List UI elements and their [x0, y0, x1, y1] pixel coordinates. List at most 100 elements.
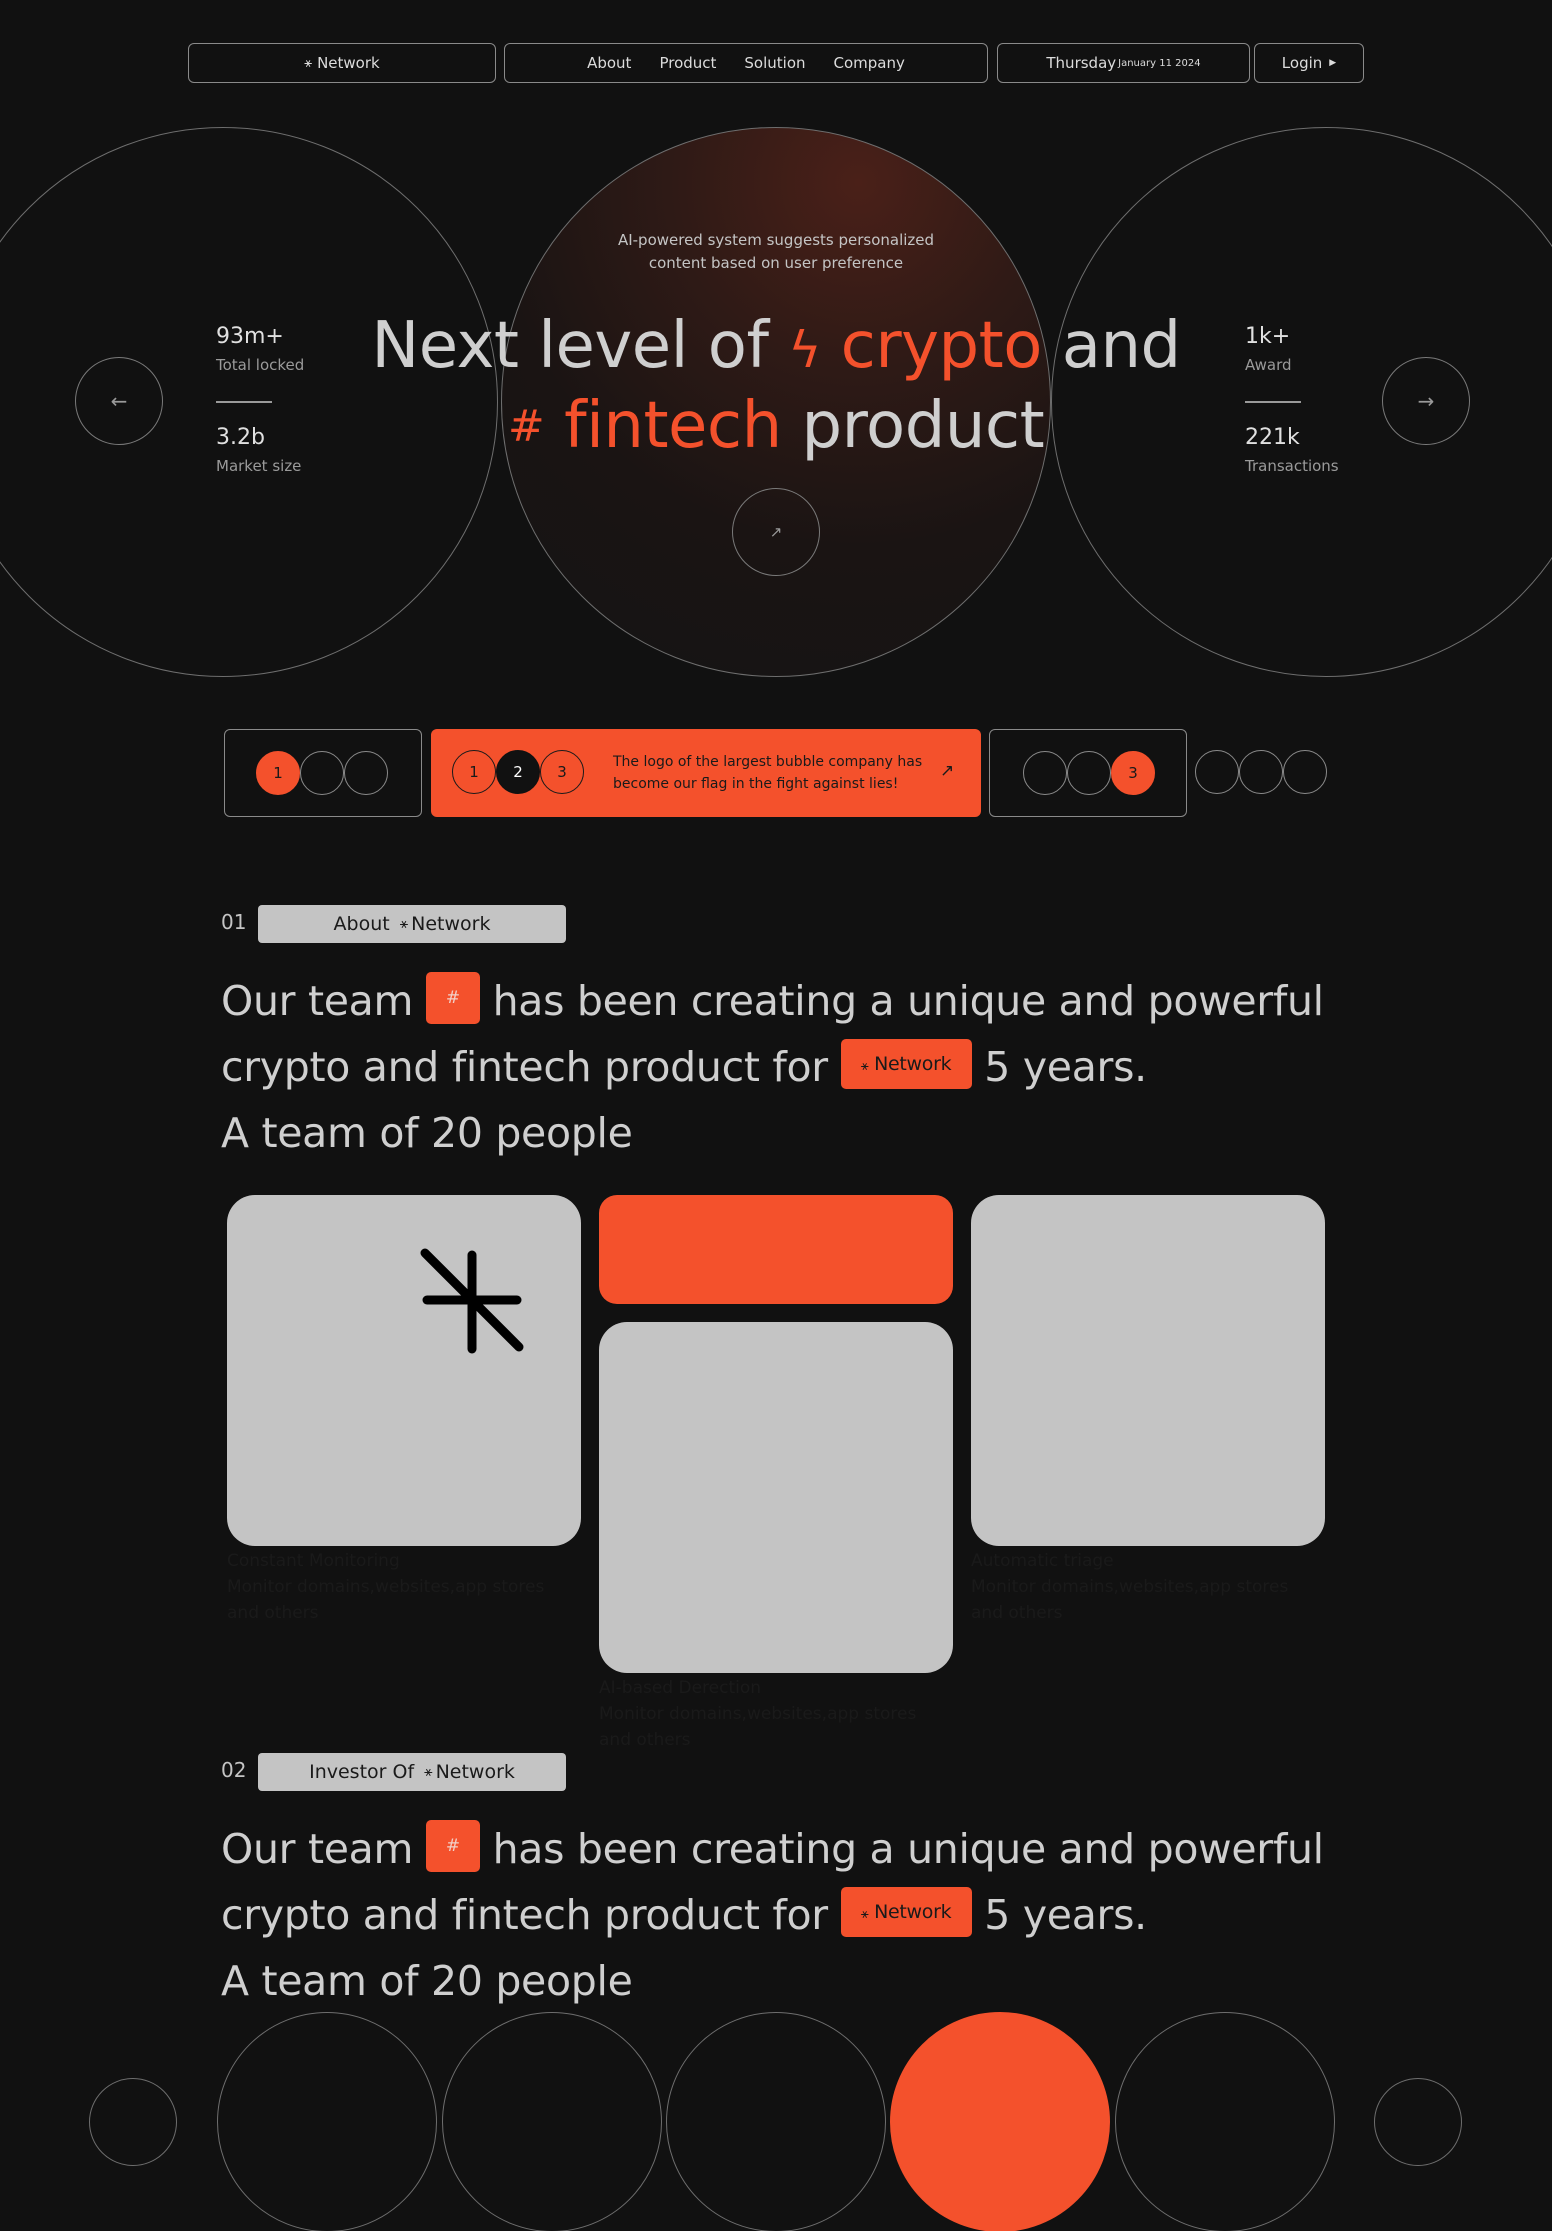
step-dot[interactable]	[300, 751, 344, 795]
step-dot[interactable]	[1067, 751, 1111, 795]
feature-card-monitoring[interactable]	[227, 1195, 581, 1546]
step-dot[interactable]: 3	[540, 750, 584, 794]
nav-about[interactable]: About	[587, 54, 631, 72]
stat-divider	[216, 401, 272, 403]
hero-subtitle-line: content based on user preference	[648, 254, 904, 272]
arrow-right-icon: →	[1417, 389, 1435, 413]
hero-title-accent: fintech	[564, 389, 782, 463]
section-tag-label: Investor Of	[309, 1761, 415, 1783]
main-nav: About Product Solution Company	[504, 43, 988, 83]
step-dot-active[interactable]: 2	[496, 750, 540, 794]
caret-right-icon: ▶	[1329, 58, 1337, 68]
step-dot[interactable]	[1195, 750, 1239, 794]
feature-card-detection[interactable]	[599, 1322, 953, 1673]
card-caption: AI-based Derection Monitor domains,websi…	[599, 1675, 916, 1753]
lightning-icon: ϟ	[788, 321, 821, 379]
asterisk-icon: ⚹	[860, 1059, 869, 1074]
date-day: Thursday	[1046, 54, 1117, 72]
statement-text: crypto and fintech product for	[221, 1043, 828, 1091]
date-full: January 11 2024	[1118, 57, 1201, 69]
section-tag-brand: Network	[435, 1761, 515, 1783]
asterisk-icon: ⚹	[424, 1764, 433, 1780]
step-box-2-active[interactable]: 1 2 3 The logo of the largest bubble com…	[431, 729, 981, 817]
investor-circle[interactable]	[666, 2012, 886, 2231]
hash-icon: #	[507, 401, 545, 452]
statement-text: has been creating a unique and powerful	[492, 977, 1324, 1025]
brand-badge: ⚹ Network	[840, 1887, 972, 1937]
section-tag[interactable]: Investor Of ⚹ Network	[258, 1753, 566, 1791]
step-dot[interactable]	[1239, 750, 1283, 794]
date-pill: Thursday January 11 2024	[997, 43, 1250, 83]
step-description-line: The logo of the largest bubble company h…	[613, 754, 923, 770]
prev-arrow-button[interactable]: ←	[75, 357, 163, 445]
card-desc: Monitor domains,websites,app stores	[599, 1704, 917, 1724]
statement-text: crypto and fintech product for	[221, 1891, 828, 1939]
card-desc: and others	[971, 1603, 1063, 1623]
asterisk-icon: ⚹	[304, 55, 313, 71]
step-dot-active[interactable]: 3	[1111, 751, 1155, 795]
statement-text: 5 years.	[984, 1891, 1147, 1939]
hero-title-text: and	[1061, 309, 1181, 383]
card-desc: Monitor domains,websites,app stores	[971, 1577, 1289, 1597]
hero-title-accent: crypto	[840, 309, 1043, 383]
step-dot-active[interactable]: 1	[256, 751, 300, 795]
section-statement: Our team # has been creating a unique an…	[221, 1816, 1324, 2014]
login-button[interactable]: Login ▶	[1254, 43, 1364, 83]
step-dot[interactable]	[1023, 751, 1067, 795]
statement-text: has been creating a unique and powerful	[492, 1825, 1324, 1873]
hero-subtitle: AI-powered system suggests personalized …	[576, 229, 976, 275]
section-tag[interactable]: About ⚹ Network	[258, 905, 566, 943]
hash-badge: #	[425, 972, 480, 1024]
statement-text: 5 years.	[984, 1043, 1147, 1091]
section-tag-brand: Network	[411, 913, 491, 935]
card-desc: and others	[599, 1730, 691, 1750]
brand-pill[interactable]: ⚹ Network	[188, 43, 496, 83]
investor-circle-active[interactable]	[890, 2012, 1110, 2231]
stat-total-locked-value: 93m+	[216, 324, 284, 349]
card-title: Constant Monitoring	[227, 1551, 400, 1571]
brand-name: Network	[317, 54, 380, 72]
brand-badge-label: Network	[874, 1901, 952, 1923]
card-caption: Automatic triage Monitor domains,website…	[971, 1548, 1288, 1626]
brand-badge: ⚹ Network	[840, 1039, 972, 1089]
login-label: Login	[1281, 54, 1323, 72]
step-box-3[interactable]: 3	[989, 729, 1187, 817]
step-dot[interactable]	[1283, 750, 1327, 794]
carousel-nav-next[interactable]	[1374, 2078, 1462, 2166]
investor-circle[interactable]	[1115, 2012, 1335, 2231]
next-arrow-button[interactable]: →	[1382, 357, 1470, 445]
card-title: AI-based Derection	[599, 1678, 762, 1698]
step-dot[interactable]	[344, 751, 388, 795]
feature-card-triage[interactable]	[971, 1195, 1325, 1546]
nav-company[interactable]: Company	[834, 54, 905, 72]
nav-product[interactable]: Product	[659, 54, 716, 72]
hero-title-text: Next level of	[371, 309, 769, 383]
step-box-4[interactable]	[1195, 750, 1329, 796]
step-description-line: become our flag in the fight against lie…	[613, 776, 899, 792]
brand-badge-label: Network	[874, 1053, 952, 1075]
asterisk-icon: ⚹	[399, 916, 409, 932]
nav-solution[interactable]: Solution	[744, 54, 805, 72]
statement-text: A team of 20 people	[221, 1957, 633, 2005]
hero-cta-button[interactable]: ↗	[732, 488, 820, 576]
section-number: 02	[221, 1758, 247, 1782]
card-caption: Constant Monitoring Monitor domains,webs…	[227, 1548, 544, 1626]
hero-subtitle-line: AI-powered system suggests personalized	[617, 231, 935, 249]
section-number: 01	[221, 910, 247, 934]
step-box-1[interactable]: 1	[224, 729, 422, 817]
investor-circle[interactable]	[442, 2012, 662, 2231]
step-dot[interactable]: 1	[452, 750, 496, 794]
stat-market-size-value: 3.2b	[216, 425, 265, 450]
statement-text: Our team	[221, 1825, 414, 1873]
hero-title-text: product	[801, 389, 1045, 463]
feature-card-accent	[599, 1195, 953, 1304]
arrow-left-icon: ←	[110, 389, 128, 413]
arrow-up-right-icon[interactable]: ↗	[940, 761, 954, 781]
carousel-nav-prev[interactable]	[89, 2078, 177, 2166]
arrow-up-right-icon: ↗	[769, 523, 783, 541]
section-tag-label: About	[333, 913, 390, 935]
investor-circle[interactable]	[217, 2012, 437, 2231]
card-title: Automatic triage	[971, 1551, 1114, 1571]
card-desc: and others	[227, 1603, 319, 1623]
statement-text: Our team	[221, 977, 414, 1025]
